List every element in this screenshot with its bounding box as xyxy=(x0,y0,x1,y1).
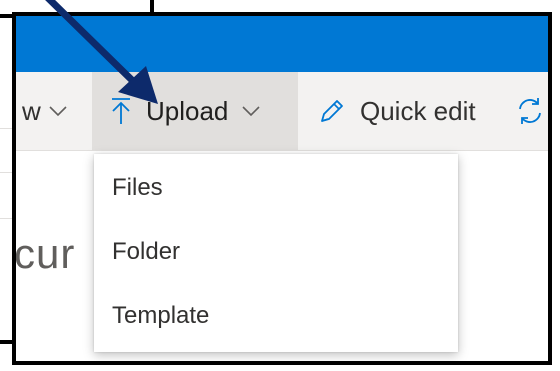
quick-edit-label: Quick edit xyxy=(360,95,476,126)
upload-dropdown-menu: Files Folder Template xyxy=(94,154,458,352)
sync-button[interactable] xyxy=(512,72,548,150)
sync-icon xyxy=(519,98,541,124)
chevron-down-icon xyxy=(49,106,67,117)
menu-item-files[interactable]: Files xyxy=(94,156,458,220)
quick-edit-button[interactable]: Quick edit xyxy=(310,72,500,150)
page-title: cur xyxy=(14,230,76,277)
command-bar: w Upload Quick edit xyxy=(16,72,548,151)
menu-item-folder[interactable]: Folder xyxy=(94,220,458,284)
upload-button[interactable]: Upload xyxy=(92,72,298,150)
upload-icon xyxy=(112,98,130,124)
chevron-down-icon xyxy=(242,106,260,117)
pencil-icon xyxy=(321,100,343,122)
upload-button-label: Upload xyxy=(146,95,229,126)
new-button-label: w xyxy=(22,95,41,126)
menu-item-template[interactable]: Template xyxy=(94,284,458,348)
zoomed-screenshot: w Upload Quick edit cur Files Folder Tem… xyxy=(12,12,552,365)
new-button[interactable]: w xyxy=(16,72,92,150)
suite-bar xyxy=(16,16,548,72)
